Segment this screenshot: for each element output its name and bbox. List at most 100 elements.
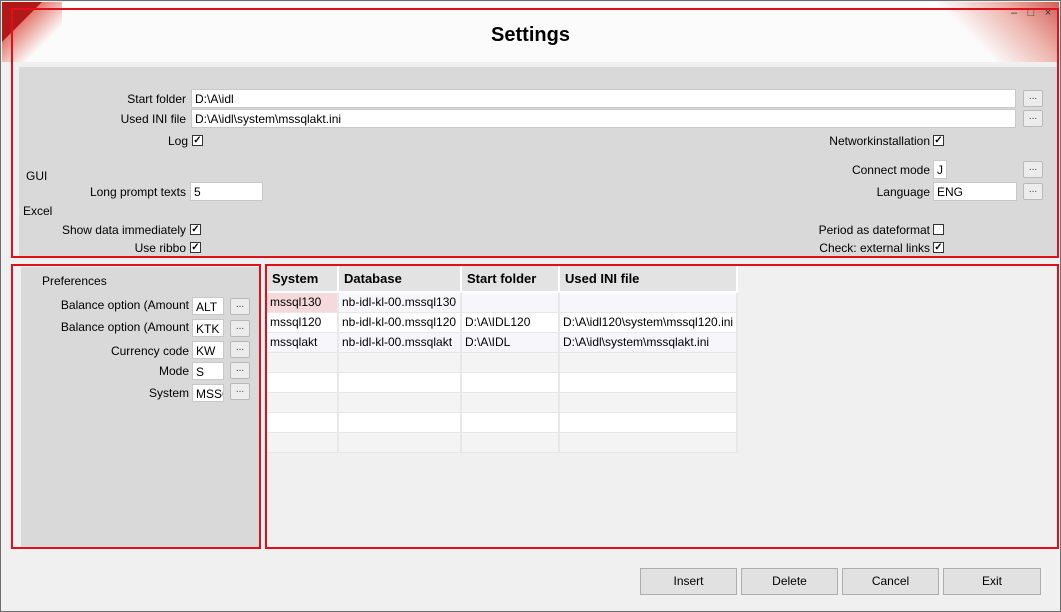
- empty-cell[interactable]: [338, 352, 462, 373]
- empty-cell[interactable]: [338, 392, 462, 413]
- settings-window: Settings – □ × Start folder D:\A\idl ...…: [0, 0, 1061, 612]
- networkinstallation-checkbox[interactable]: ✓: [933, 135, 944, 146]
- long-prompt-label: Long prompt texts: [89, 185, 186, 199]
- window-controls: – □ ×: [1009, 8, 1053, 19]
- empty-cell[interactable]: [461, 432, 560, 453]
- table-row[interactable]: mssql120 nb-idl-kl-00.mssql120 D:\A\IDL1…: [267, 312, 739, 333]
- empty-row[interactable]: [267, 412, 739, 433]
- pref-label-system: System: [148, 386, 189, 400]
- cell-system[interactable]: mssqlakt: [267, 332, 339, 353]
- pref-label-balance-1: Balance option (Amount: [60, 298, 189, 312]
- cell-start-folder[interactable]: [461, 292, 560, 313]
- language-input[interactable]: ENG: [933, 182, 1017, 201]
- empty-row[interactable]: [267, 432, 739, 453]
- cell-ini-file[interactable]: D:\A\idl\system\mssqlakt.ini: [559, 332, 739, 353]
- use-ribbon-checkbox[interactable]: ✓: [190, 242, 201, 253]
- minimize-icon[interactable]: –: [1009, 8, 1019, 19]
- preferences-panel: Preferences Balance option (Amount ALT .…: [21, 267, 259, 547]
- empty-cell[interactable]: [338, 432, 462, 453]
- show-data-checkbox[interactable]: ✓: [190, 224, 201, 235]
- empty-cell[interactable]: [267, 392, 339, 413]
- networkinstallation-label: Networkinstallation: [829, 134, 930, 148]
- systems-grid-area: System Database Start folder Used INI fi…: [267, 265, 1058, 549]
- cell-start-folder[interactable]: D:\A\IDL: [461, 332, 560, 353]
- checkmark-icon: ✓: [191, 224, 200, 235]
- cell-system[interactable]: mssql120: [267, 312, 339, 333]
- empty-cell[interactable]: [559, 412, 739, 433]
- cell-system[interactable]: mssql130: [267, 292, 339, 313]
- empty-cell[interactable]: [267, 372, 339, 393]
- pref-input-balance-2[interactable]: KTK: [192, 319, 224, 337]
- empty-cell[interactable]: [559, 352, 739, 373]
- cell-database[interactable]: nb-idl-kl-00.mssqlakt: [338, 332, 462, 353]
- period-dateformat-checkbox[interactable]: [933, 224, 944, 235]
- exit-button[interactable]: Exit: [943, 568, 1041, 595]
- pref-input-currency[interactable]: KW: [192, 341, 224, 359]
- excel-section-header: Excel: [23, 204, 53, 218]
- cell-start-folder[interactable]: D:\A\IDL120: [461, 312, 560, 333]
- cancel-button[interactable]: Cancel: [842, 568, 939, 595]
- cell-ini-file[interactable]: D:\A\idl120\system\mssql120.ini: [559, 312, 739, 333]
- maximize-icon[interactable]: □: [1026, 8, 1036, 19]
- start-folder-input[interactable]: D:\A\idl: [191, 89, 1016, 108]
- delete-button[interactable]: Delete: [741, 568, 838, 595]
- gui-section-header: GUI: [26, 169, 48, 183]
- language-browse-button[interactable]: ...: [1023, 183, 1043, 200]
- empty-cell[interactable]: [559, 372, 739, 393]
- column-header-start-folder[interactable]: Start folder: [461, 265, 560, 293]
- empty-cell[interactable]: [559, 392, 739, 413]
- insert-button[interactable]: Insert: [640, 568, 737, 595]
- column-header-system[interactable]: System: [267, 265, 339, 293]
- empty-cell[interactable]: [559, 432, 739, 453]
- systems-table[interactable]: System Database Start folder Used INI fi…: [267, 265, 739, 453]
- empty-cell[interactable]: [338, 412, 462, 433]
- empty-cell[interactable]: [267, 352, 339, 373]
- pref-browse-balance-1[interactable]: ...: [230, 298, 250, 315]
- checkmark-icon: ✓: [934, 135, 943, 146]
- column-header-database[interactable]: Database: [338, 265, 462, 293]
- empty-row[interactable]: [267, 352, 739, 373]
- pref-input-system[interactable]: MSSQ: [192, 384, 224, 402]
- empty-row[interactable]: [267, 372, 739, 393]
- pref-input-mode[interactable]: S: [192, 362, 224, 380]
- used-ini-browse-button[interactable]: ...: [1023, 110, 1043, 127]
- log-checkbox[interactable]: ✓: [192, 135, 203, 146]
- external-links-label: Check: external links: [819, 241, 930, 255]
- connect-mode-browse-button[interactable]: ...: [1023, 161, 1043, 178]
- external-links-checkbox[interactable]: ✓: [933, 242, 944, 253]
- start-folder-browse-button[interactable]: ...: [1023, 90, 1043, 107]
- pref-browse-balance-2[interactable]: ...: [230, 320, 250, 337]
- window-title: Settings: [491, 24, 570, 46]
- show-data-label: Show data immediately: [61, 223, 186, 237]
- language-label: Language: [876, 185, 930, 199]
- pref-label-mode: Mode: [158, 364, 189, 378]
- pref-browse-currency[interactable]: ...: [230, 341, 250, 358]
- column-header-ini-file[interactable]: Used INI file: [559, 265, 739, 293]
- table-header-row: System Database Start folder Used INI fi…: [267, 265, 739, 293]
- table-row[interactable]: mssql130 nb-idl-kl-00.mssql130: [267, 292, 739, 313]
- pref-browse-mode[interactable]: ...: [230, 362, 250, 379]
- settings-panel: Start folder D:\A\idl ... Used INI file …: [19, 67, 1057, 256]
- long-prompt-input[interactable]: 5: [190, 182, 263, 201]
- pref-label-currency: Currency code: [110, 344, 189, 358]
- empty-cell[interactable]: [461, 412, 560, 433]
- used-ini-input[interactable]: D:\A\idl\system\mssqlakt.ini: [191, 109, 1016, 128]
- pref-input-balance-1[interactable]: ALT: [192, 297, 224, 315]
- empty-cell[interactable]: [461, 352, 560, 373]
- start-folder-label: Start folder: [127, 92, 186, 106]
- title-bar: Settings – □ ×: [2, 2, 1059, 62]
- empty-row[interactable]: [267, 392, 739, 413]
- used-ini-label: Used INI file: [120, 112, 186, 126]
- empty-cell[interactable]: [461, 392, 560, 413]
- empty-cell[interactable]: [338, 372, 462, 393]
- connect-mode-input[interactable]: J: [933, 160, 947, 179]
- cell-database[interactable]: nb-idl-kl-00.mssql120: [338, 312, 462, 333]
- empty-cell[interactable]: [461, 372, 560, 393]
- table-row[interactable]: mssqlakt nb-idl-kl-00.mssqlakt D:\A\IDL …: [267, 332, 739, 353]
- pref-browse-system[interactable]: ...: [230, 383, 250, 400]
- cell-ini-file[interactable]: [559, 292, 739, 313]
- empty-cell[interactable]: [267, 412, 339, 433]
- cell-database[interactable]: nb-idl-kl-00.mssql130: [338, 292, 462, 313]
- close-icon[interactable]: ×: [1043, 8, 1053, 19]
- empty-cell[interactable]: [267, 432, 339, 453]
